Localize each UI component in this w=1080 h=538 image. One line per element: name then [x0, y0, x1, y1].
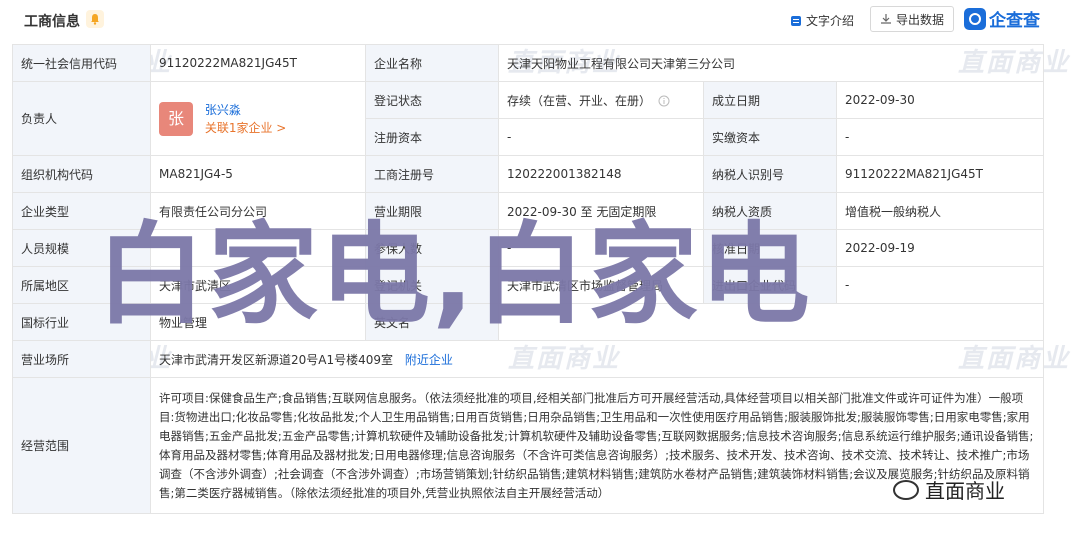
found-date-value: 2022-09-30: [836, 81, 1044, 119]
import-export-label: 进出口企业代码: [703, 266, 837, 304]
taxpayer-qual-label: 纳税人资质: [703, 192, 837, 230]
scope-label: 经营范围: [12, 377, 151, 514]
table-row: 统一社会信用代码 91120222MA821JG45T 企业名称 天津天阳物业工…: [12, 44, 1044, 82]
staff-size-value: [150, 229, 366, 267]
reg-authority-label: 登记机关: [365, 266, 499, 304]
insured-value: -: [498, 229, 704, 267]
person-info: 张兴淼 关联1家企业 >: [205, 101, 287, 137]
table-row: 负责人 张 张兴淼 关联1家企业 > 登记状态 存续（在营、开业、在册） 成立日…: [12, 81, 1044, 156]
table-row: 国标行业 物业管理 英文名: [12, 303, 1044, 341]
credit-code-label: 统一社会信用代码: [12, 44, 151, 82]
export-data-button[interactable]: 导出数据: [870, 6, 954, 32]
business-info-table: 统一社会信用代码 91120222MA821JG45T 企业名称 天津天阳物业工…: [12, 44, 1044, 514]
region-value: 天津市武清区: [150, 266, 366, 304]
reg-no-label: 工商注册号: [365, 155, 499, 193]
avatar: 张: [159, 101, 193, 136]
nearby-companies-link[interactable]: 附近企业: [405, 353, 453, 367]
legal-person-name-link[interactable]: 张兴淼: [205, 103, 241, 117]
approve-date-label: 核准日期: [703, 229, 837, 267]
export-icon: [880, 14, 891, 24]
org-code-label: 组织机构代码: [12, 155, 151, 193]
table-row: 组织机构代码 MA821JG4-5 工商注册号 120222001382148 …: [12, 155, 1044, 193]
brand-name: 企查查: [989, 11, 1040, 31]
section-header: 工商信息 文字介绍 导出数据 企查查: [0, 0, 1080, 40]
info-icon[interactable]: [658, 95, 670, 107]
address-label: 营业场所: [12, 340, 151, 378]
insured-label: 参保人数: [365, 229, 499, 267]
table-row: 企业类型 有限责任公司分公司 营业期限 2022-09-30 至 无固定期限 纳…: [12, 192, 1044, 230]
reg-status-value: 存续（在营、开业、在册）: [498, 81, 704, 119]
company-name-label: 企业名称: [365, 44, 499, 82]
table-row: 经营范围 许可项目:保健食品生产;食品销售;互联网信息服务。（依法须经批准的项目…: [12, 377, 1044, 514]
reg-no-value: 120222001382148: [498, 155, 704, 193]
related-companies-link[interactable]: 关联1家企业 >: [205, 121, 287, 135]
brand-logo: 企查查: [964, 6, 1040, 31]
document-icon: [791, 15, 801, 26]
tax-id-label: 纳税人识别号: [703, 155, 837, 193]
table-row: 营业场所 天津市武清开发区新源道20号A1号楼409室 附近企业: [12, 340, 1044, 378]
legal-person-cell: 张 张兴淼 关联1家企业 >: [150, 81, 366, 156]
paid-capital-value: -: [836, 118, 1044, 156]
industry-value: 物业管理: [150, 303, 366, 341]
address-text: 天津市武清开发区新源道20号A1号楼409室: [159, 352, 394, 367]
bell-icon[interactable]: [86, 10, 104, 28]
address-value: 天津市武清开发区新源道20号A1号楼409室 附近企业: [150, 340, 1044, 378]
reg-status-label: 登记状态: [365, 81, 499, 119]
biz-term-label: 营业期限: [365, 192, 499, 230]
company-type-value: 有限责任公司分公司: [150, 192, 366, 230]
staff-size-label: 人员规模: [12, 229, 151, 267]
industry-label: 国标行业: [12, 303, 151, 341]
tax-id-value: 91120222MA821JG45T: [836, 155, 1044, 193]
english-name-label: 英文名: [365, 303, 499, 341]
qcc-logo-icon: [964, 7, 986, 30]
org-code-value: MA821JG4-5: [150, 155, 366, 193]
table-row: 人员规模 参保人数 - 核准日期 2022-09-19: [12, 229, 1044, 267]
biz-term-value: 2022-09-30 至 无固定期限: [498, 192, 704, 230]
company-type-label: 企业类型: [12, 192, 151, 230]
approve-date-value: 2022-09-19: [836, 229, 1044, 267]
wechat-icon: [893, 479, 919, 500]
credit-code-value: 91120222MA821JG45T: [150, 44, 366, 82]
reg-capital-value: -: [498, 118, 704, 156]
paid-capital-label: 实缴资本: [703, 118, 837, 156]
table-row: 所属地区 天津市武清区 登记机关 天津市武清区市场监督管理局 进出口企业代码 -: [12, 266, 1044, 304]
export-data-label: 导出数据: [895, 12, 944, 27]
company-name-value: 天津天阳物业工程有限公司天津第三分公司: [498, 44, 1044, 82]
text-intro-label: 文字介绍: [806, 14, 855, 28]
import-export-value: -: [836, 266, 1044, 304]
taxpayer-qual-value: 增值税一般纳税人: [836, 192, 1044, 230]
found-date-label: 成立日期: [703, 81, 837, 119]
reg-status-text: 存续（在营、开业、在册）: [507, 93, 652, 108]
region-label: 所属地区: [12, 266, 151, 304]
wechat-label: 直面商业: [925, 479, 1005, 503]
legal-person-label: 负责人: [12, 81, 151, 156]
reg-capital-label: 注册资本: [365, 118, 499, 156]
text-intro-link[interactable]: 文字介绍: [790, 12, 854, 29]
english-name-value: [498, 303, 1044, 341]
wechat-watermark: 直面商业: [893, 475, 1005, 504]
section-title: 工商信息: [24, 14, 80, 30]
reg-authority-value: 天津市武清区市场监督管理局: [498, 266, 704, 304]
